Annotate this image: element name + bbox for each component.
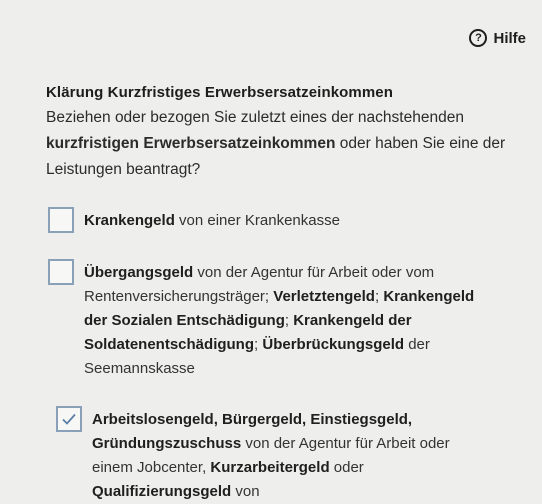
- option-label-uebergangsgeld: Übergangsgeld von der Agentur für Arbeit…: [84, 261, 484, 381]
- option-text-segment: Überbrückungsgeld: [262, 336, 405, 353]
- question-bold: kurzfristigen Erwerbsersatzeinkommen: [46, 135, 336, 152]
- option-text-segment: Kurzarbeitergeld: [210, 459, 330, 476]
- option-text-segment: von einer Krankenkasse: [174, 212, 340, 229]
- question-section: Klärung Kurzfristiges Erwerbsersatzeinko…: [46, 84, 526, 183]
- question-text: Beziehen oder bezogen Sie zuletzt eines …: [46, 105, 526, 183]
- checkmark-icon: [62, 413, 76, 425]
- option-arbeitslosengeld[interactable]: Arbeitslosengeld, Bürgergeld, Einstiegsg…: [56, 406, 526, 504]
- question-circle-icon: ?: [469, 29, 488, 47]
- option-text-segment: Krankengeld: [84, 212, 175, 229]
- help-label: Hilfe: [493, 29, 526, 47]
- option-text-segment: Qualifizierungsgeld: [92, 483, 232, 500]
- option-text-segment: oder: [329, 459, 364, 476]
- option-text-segment: Übergangsgeld: [84, 264, 194, 281]
- section-heading: Klärung Kurzfristiges Erwerbsersatzeinko…: [46, 84, 393, 101]
- option-krankengeld[interactable]: Krankengeld von einer Krankenkasse: [48, 207, 518, 233]
- question-part1: Beziehen oder bezogen Sie zuletzt eines …: [46, 109, 464, 126]
- checkbox-krankengeld[interactable]: [48, 207, 74, 233]
- option-label-arbeitslosengeld: Arbeitslosengeld, Bürgergeld, Einstiegsg…: [92, 408, 492, 504]
- option-text-segment: Verletztengeld: [273, 288, 375, 305]
- help-link[interactable]: ? Hilfe: [469, 29, 526, 47]
- option-uebergangsgeld[interactable]: Übergangsgeld von der Agentur für Arbeit…: [48, 259, 518, 381]
- option-text-segment: ;: [284, 312, 294, 329]
- checkbox-uebergangsgeld[interactable]: [48, 259, 74, 285]
- checkbox-arbeitslosengeld[interactable]: [56, 406, 82, 432]
- option-label-krankengeld: Krankengeld von einer Krankenkasse: [84, 207, 340, 233]
- option-text-segment: von: [231, 483, 260, 500]
